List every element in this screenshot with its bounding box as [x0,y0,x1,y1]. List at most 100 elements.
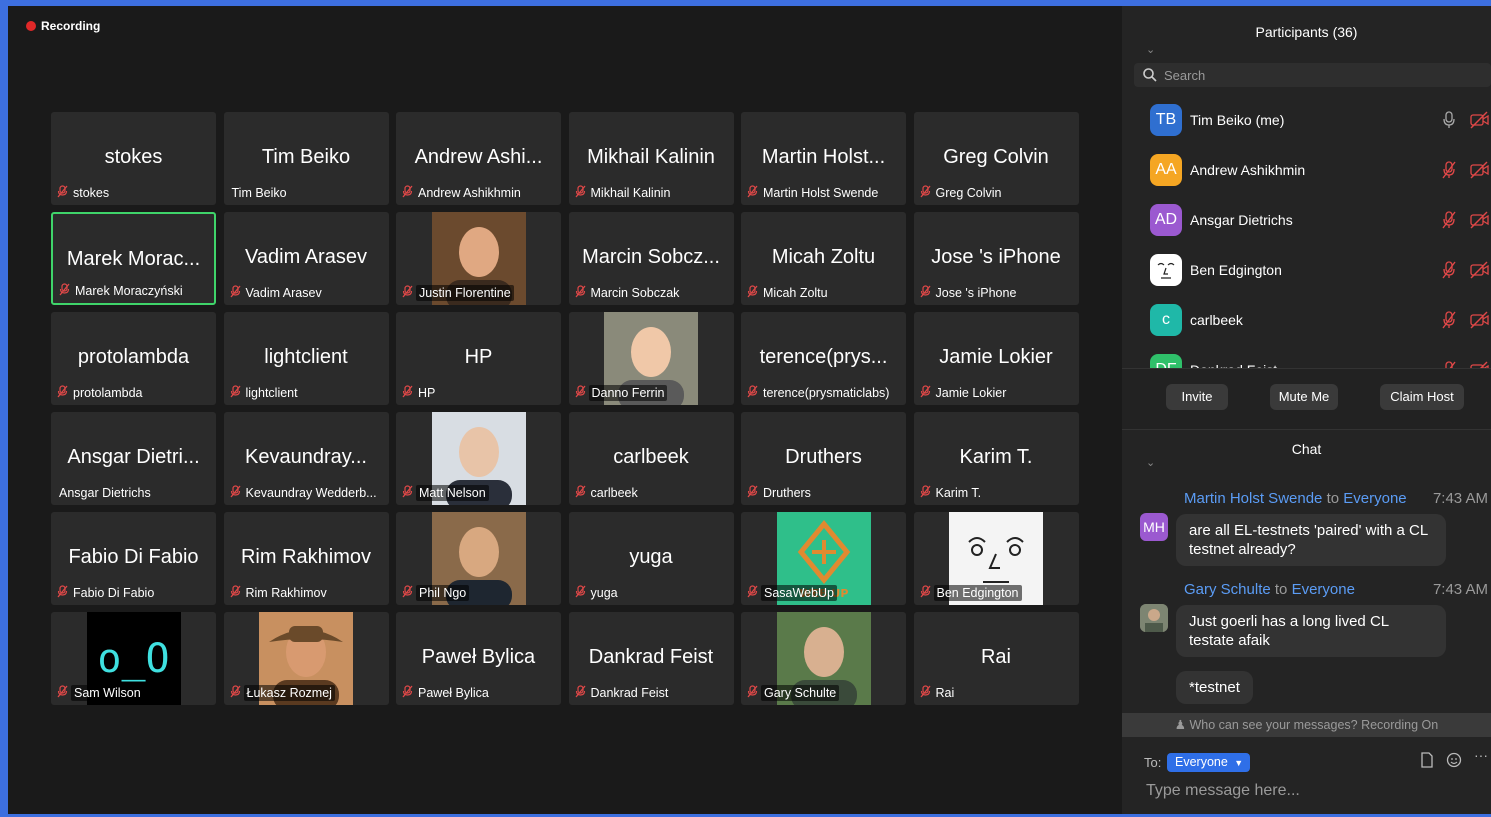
recipient-value: Everyone [1175,755,1228,769]
microphone-icon[interactable] [1442,261,1456,279]
mute-me-button[interactable]: Mute Me [1270,384,1338,410]
tile-label: SasaWebUp [747,585,837,601]
recording-dot-icon [26,21,36,31]
video-tile[interactable]: lightclient lightclient [223,312,389,405]
video-off-icon[interactable] [1470,111,1490,129]
mic-muted-icon [57,685,68,701]
message-time: 7:43 AM [1432,581,1488,598]
emoji-icon[interactable] [1446,752,1462,768]
video-tile[interactable]: Mikhail Kalinin Mikhail Kalinin [568,112,734,205]
video-tile[interactable]: Marek Morac... Marek Moraczyński [51,212,216,305]
video-tile[interactable]: Gary Schulte [741,612,906,705]
video-tile[interactable]: Ansgar Dietri... Ansgar Dietrichs [51,412,216,505]
claim-host-button[interactable]: Claim Host [1380,384,1464,410]
video-tile[interactable]: Vadim Arasev Vadim Arasev [223,212,389,305]
message-sender[interactable]: Gary Schulte [1184,581,1271,598]
participant-row[interactable]: TB Tim Beiko (me) [1122,96,1491,146]
tile-name: Greg Colvin [943,146,1049,168]
tile-label-text: Greg Colvin [935,186,1002,200]
video-tile[interactable]: Matt Nelson [396,412,561,505]
video-tile[interactable]: yuga yuga [568,512,734,605]
video-tile[interactable]: terence(prys... terence(prysmaticlabs) [741,312,906,405]
message-sender[interactable]: Martin Holst Swende [1184,490,1322,507]
recipient-dropdown[interactable]: Everyone ▼ [1167,753,1250,772]
video-tile[interactable]: o_O Sam Wilson [51,612,216,705]
avatar [1150,254,1182,286]
mic-muted-icon [574,285,586,301]
chevron-down-icon[interactable]: ⌄ [1146,442,1155,484]
file-icon[interactable] [1419,752,1435,768]
tile-label: Ben Edgington [919,585,1022,601]
video-tile[interactable]: Danno Ferrin [568,312,734,405]
microphone-icon[interactable] [1442,111,1456,129]
video-tile[interactable]: stokes stokes [51,112,216,205]
video-tile[interactable]: Phil Ngo [396,512,561,605]
mic-muted-icon [574,685,586,701]
video-off-icon[interactable] [1470,161,1490,179]
participant-row[interactable]: DFDankrad Feist [1122,346,1491,368]
participant-row[interactable]: c carlbeek [1122,296,1491,346]
tile-label: Łukasz Rozmej [229,685,335,701]
video-off-icon[interactable] [1470,311,1490,329]
tile-label-text: carlbeek [590,486,638,500]
tile-label-text: Vadim Arasev [245,286,322,300]
invite-button[interactable]: Invite [1166,384,1228,410]
avatar: c [1150,304,1182,336]
video-tile[interactable]: Karim T. Karim T. [913,412,1079,505]
video-tile[interactable]: Fabio Di Fabio Fabio Di Fabio [51,512,216,605]
participant-row[interactable]: AD Ansgar Dietrichs [1122,196,1491,246]
video-tile[interactable]: Justin Florentine [396,212,561,305]
tile-label-text: lightclient [245,386,298,400]
video-tile[interactable]: carlbeek carlbeek [568,412,734,505]
video-tile[interactable]: Andrew Ashi... Andrew Ashikhmin [396,112,561,205]
message-visibility-notice[interactable]: ♟ Who can see your messages? Recording O… [1122,713,1491,737]
video-tile[interactable]: Kevaundray... Kevaundray Wedderb... [223,412,389,505]
video-tile[interactable]: Łukasz Rozmej [223,612,389,705]
video-tile[interactable]: Greg Colvin Greg Colvin [913,112,1079,205]
tile-label: Justin Florentine [402,285,514,301]
video-tile[interactable]: Jamie Lokier Jamie Lokier [913,312,1079,405]
message-bubble: Just goerli has a long lived CL testate … [1176,605,1446,657]
chat-message-input[interactable]: Type message here... [1146,782,1300,800]
video-tile[interactable]: Rim Rakhimov Rim Rakhimov [223,512,389,605]
video-tile[interactable]: HP HP [396,312,561,405]
tile-name: Tim Beiko [261,146,351,168]
video-tile[interactable]: Tim Beiko Tim Beiko [223,112,389,205]
tile-label: Rai [919,685,957,701]
microphone-icon[interactable] [1442,161,1456,179]
video-off-icon[interactable] [1470,211,1490,229]
video-tile[interactable]: protolambda protolambda [51,312,216,405]
microphone-icon[interactable] [1442,361,1456,368]
tile-label: yuga [574,585,620,601]
video-tile[interactable]: Martin Holst... Martin Holst Swende [741,112,906,205]
participant-name: Tim Beiko (me) [1190,112,1285,128]
tile-label-text: SasaWebUp [761,585,837,601]
participant-search-input[interactable]: Search [1134,63,1491,87]
video-tile[interactable]: Ben Edgington [913,512,1079,605]
participant-row[interactable]: AA Andrew Ashikhmin [1122,146,1491,196]
mic-muted-icon [229,685,241,701]
microphone-icon[interactable] [1442,211,1456,229]
participants-title: Participants (36) [1255,24,1358,40]
video-tile[interactable]: Micah Zoltu Micah Zoltu [741,212,906,305]
video-tile[interactable]: Jose 's iPhone Jose 's iPhone [913,212,1079,305]
video-tile[interactable]: Paweł Bylica Paweł Bylica [396,612,561,705]
tile-label: protolambda [57,385,145,401]
tile-name: stokes [104,146,163,168]
microphone-icon[interactable] [1442,311,1456,329]
sender-photo-icon [1140,604,1168,632]
video-off-icon[interactable] [1470,361,1490,368]
more-icon[interactable]: ··· [1474,747,1488,763]
tile-label: Ansgar Dietrichs [57,485,153,501]
video-tile[interactable]: WEB UPSasaWebUp [741,512,906,605]
tile-label: Phil Ngo [402,585,470,601]
tile-name: Micah Zoltu [771,246,876,268]
video-tile[interactable]: Dankrad Feist Dankrad Feist [568,612,734,705]
video-tile[interactable]: Rai Rai [913,612,1079,705]
message-meta: Martin Holst Swende to Everyone [1184,490,1407,507]
video-tile[interactable]: Druthers Druthers [741,412,906,505]
video-tile[interactable]: Marcin Sobcz... Marcin Sobczak [568,212,734,305]
tile-label-text: terence(prysmaticlabs) [763,386,890,400]
video-off-icon[interactable] [1470,261,1490,279]
participant-row[interactable]: Ben Edgington [1122,246,1491,296]
